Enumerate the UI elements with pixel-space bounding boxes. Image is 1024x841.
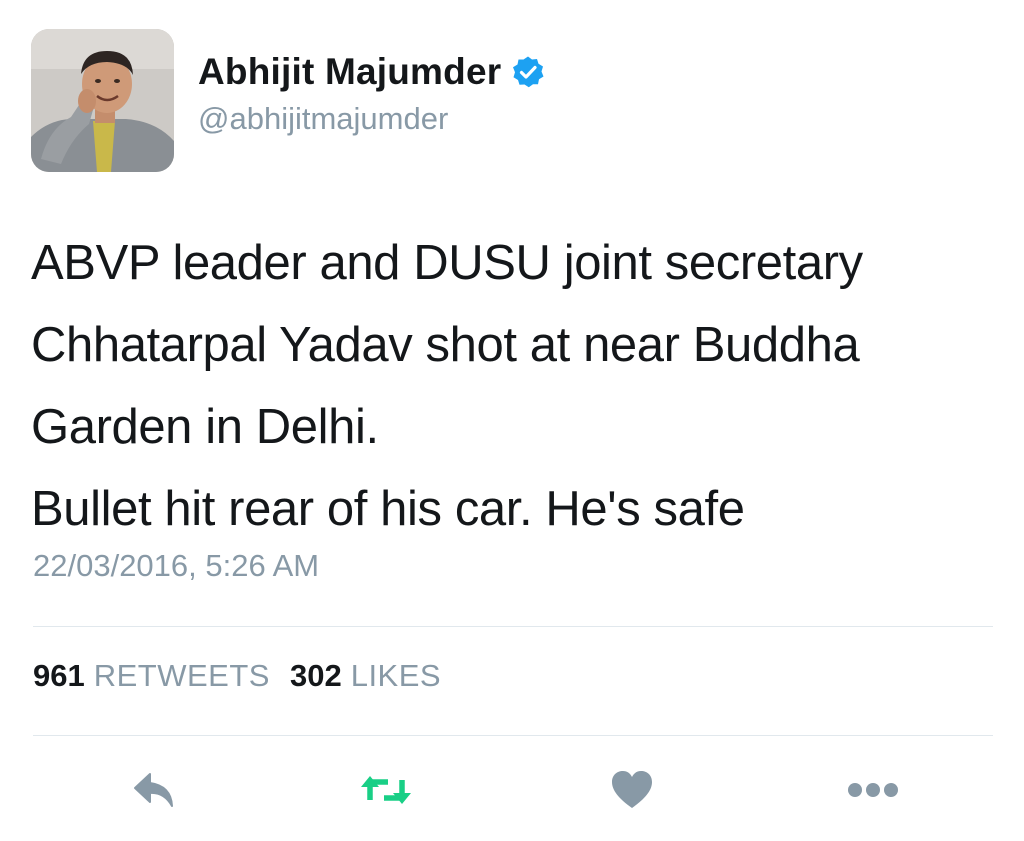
retweet-button[interactable]: [356, 765, 416, 815]
tweet-text-line: Chhatarpal Yadav shot at near Buddha: [31, 318, 860, 372]
tweet-text-line: Bullet hit rear of his car. He's safe: [31, 482, 745, 536]
retweet-icon: [361, 776, 411, 804]
tweet-text: ABVP leader and DUSU joint secretary Chh…: [31, 222, 991, 550]
tweet-timestamp: 22/03/2016, 5:26 AM: [33, 548, 320, 583]
verified-badge-icon: [511, 55, 545, 89]
divider: [33, 626, 993, 627]
reply-icon: [134, 773, 173, 807]
more-icon: [848, 783, 898, 797]
reply-button[interactable]: [125, 765, 185, 815]
tweet-stats: 961 RETWEETS 302 LIKES: [33, 658, 441, 694]
tweet-text-line: ABVP leader and DUSU joint secretary: [31, 236, 863, 290]
avatar[interactable]: [31, 28, 174, 172]
likes-count[interactable]: 302: [290, 658, 342, 694]
avatar-photo: [31, 28, 174, 172]
likes-label[interactable]: LIKES: [351, 658, 441, 694]
tweet-text-line: Garden in Delhi.: [31, 400, 379, 454]
tweet-header: Abhijit Majumder @abhijitmajumder: [31, 27, 545, 173]
heart-icon: [612, 771, 652, 808]
display-name[interactable]: Abhijit Majumder: [198, 51, 501, 93]
like-button[interactable]: [602, 765, 662, 815]
more-button[interactable]: [843, 765, 903, 815]
user-handle[interactable]: @abhijitmajumder: [198, 101, 545, 137]
tweet-actions: [0, 765, 1024, 815]
user-names: Abhijit Majumder @abhijitmajumder: [198, 51, 545, 137]
divider: [33, 735, 993, 736]
display-name-row: Abhijit Majumder: [198, 51, 545, 93]
retweets-label[interactable]: RETWEETS: [94, 658, 270, 694]
retweets-count[interactable]: 961: [33, 658, 85, 694]
